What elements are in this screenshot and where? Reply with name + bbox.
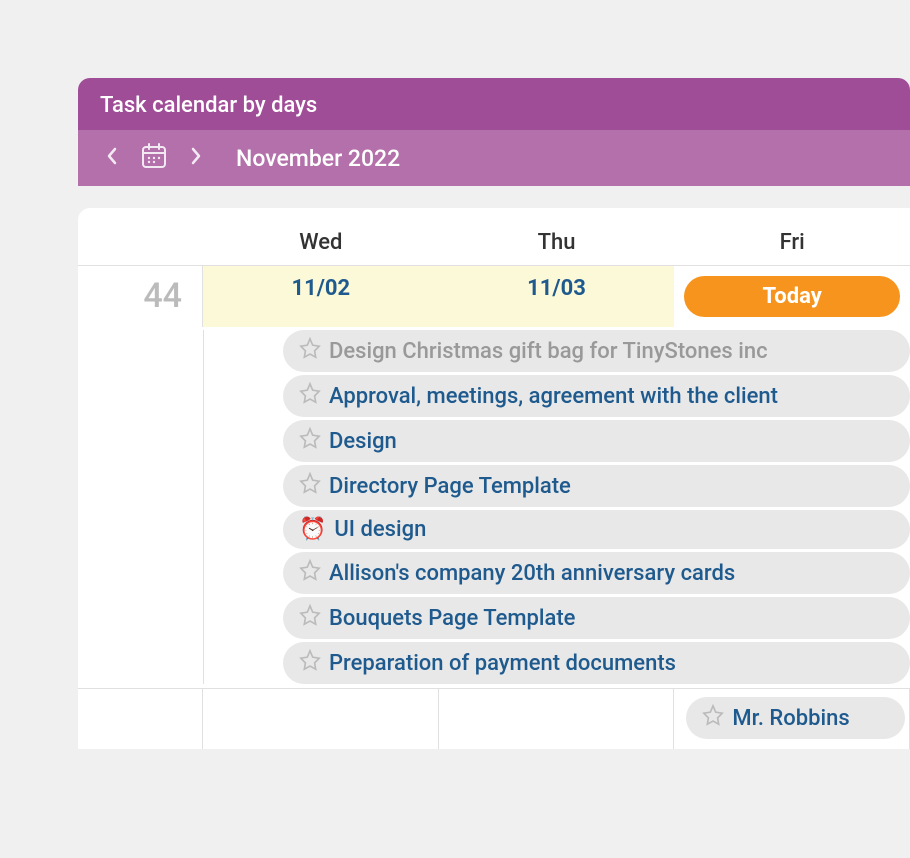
task-title: Allison's company 20th anniversary cards [329,561,735,586]
task-title: Design Christmas gift bag for TinyStones… [329,339,768,364]
bottom-cell-fri[interactable]: Mr. Robbins [674,689,910,749]
date-text: 11/02 [292,276,351,301]
bottom-cell-thu[interactable] [439,689,675,749]
today-pill: Today [684,276,900,317]
task-bar[interactable]: ⏰ UI design [283,510,910,549]
day-header-fri: Fri [674,220,910,265]
task-title: Bouquets Page Template [329,606,575,631]
date-row: 44 11/02 11/03 Today [78,266,910,327]
star-icon[interactable] [299,337,321,365]
tasks-area: Design Christmas gift bag for TinyStones… [78,330,910,684]
task-title: Approval, meetings, agreement with the c… [329,384,778,409]
nav-month[interactable]: November 2022 [236,145,400,172]
star-icon[interactable] [299,472,321,500]
calendar-icon[interactable] [140,142,168,174]
star-icon[interactable] [299,604,321,632]
next-arrow-icon[interactable] [184,146,208,170]
nav-bar: November 2022 [78,130,910,186]
task-bar[interactable]: Allison's company 20th anniversary cards [283,552,910,594]
calendar-container: Wed Thu Fri 44 11/02 11/03 Today Design … [78,208,910,749]
task-title: UI design [334,517,426,542]
alarm-icon: ⏰ [299,517,326,542]
bottom-row: Mr. Robbins [78,688,910,749]
prev-arrow-icon[interactable] [100,146,124,170]
week-number: 44 [78,266,203,327]
day-header-wed: Wed [203,220,439,265]
date-cell-wed[interactable]: 11/02 [203,266,439,327]
header-title: Task calendar by days [100,93,317,118]
date-cell-thu[interactable]: 11/03 [439,266,675,327]
task-bar[interactable]: Mr. Robbins [686,697,905,739]
task-title: Directory Page Template [329,474,571,499]
bottom-cell-wed[interactable] [203,689,439,749]
task-bar[interactable]: Bouquets Page Template [283,597,910,639]
week-col-spacer [78,220,203,265]
task-bar[interactable]: Design Christmas gift bag for TinyStones… [283,330,910,372]
star-icon[interactable] [299,559,321,587]
star-icon[interactable] [299,649,321,677]
header-bar: Task calendar by days [78,78,910,130]
star-icon[interactable] [299,427,321,455]
task-title: Design [329,429,397,454]
task-bar[interactable]: Approval, meetings, agreement with the c… [283,375,910,417]
star-icon[interactable] [299,382,321,410]
task-bar[interactable]: Design [283,420,910,462]
bottom-week-spacer [78,689,203,749]
day-header-thu: Thu [439,220,675,265]
task-bar[interactable]: Directory Page Template [283,465,910,507]
star-icon[interactable] [702,704,724,732]
task-title: Mr. Robbins [732,706,849,731]
task-bar[interactable]: Preparation of payment documents [283,642,910,684]
task-title: Preparation of payment documents [329,651,676,676]
date-cell-today[interactable]: Today [674,266,910,327]
day-headers-row: Wed Thu Fri [78,208,910,266]
date-text: 11/03 [527,276,586,301]
